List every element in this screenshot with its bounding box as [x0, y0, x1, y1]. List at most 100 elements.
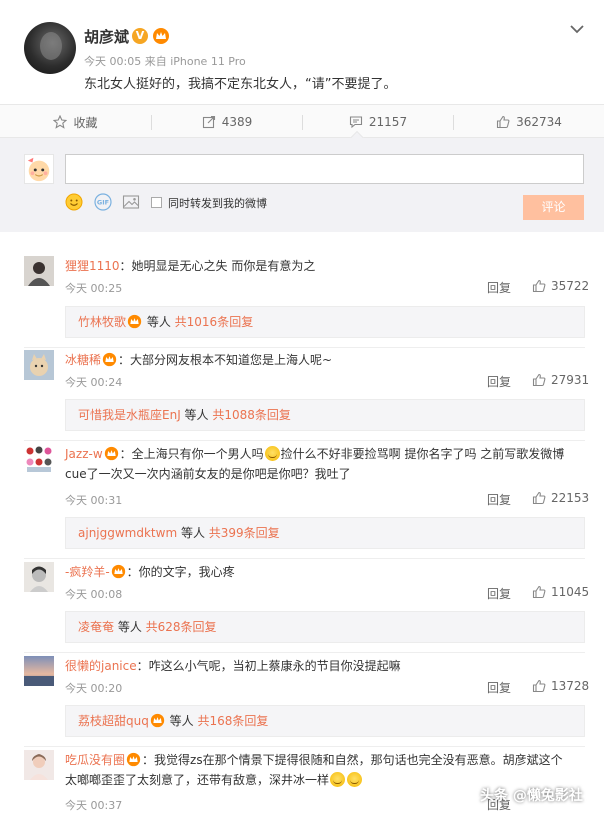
like-button[interactable]: 362734 [454, 105, 604, 139]
commenter-name[interactable]: 狸狸1110 [65, 259, 120, 273]
commenter-avatar[interactable] [24, 750, 54, 780]
comment-like-button[interactable]: 13728 [532, 679, 589, 693]
comment-like-count: 27931 [551, 373, 590, 387]
reply-button[interactable]: 回复 [487, 679, 511, 696]
commenter-name[interactable]: Jazz-w [65, 447, 103, 461]
verified-icon: V [132, 28, 148, 44]
weibo-card: 胡彦斌 V 今天 00:05 来自 iPhone 11 Pro 东北女人挺好的，… [0, 0, 604, 818]
more-replies-link[interactable]: 共1088条回复 [212, 408, 291, 422]
comment-body: 很懒的janice：咋这么小气呢，当初上蔡康永的节目你没提起嘛 [65, 656, 585, 676]
comment-body: 冰糖稀 ：大部分网友根本不知道您是上海人呢~ [65, 350, 585, 370]
post: 胡彦斌 V 今天 00:05 来自 iPhone 11 Pro 东北女人挺好的，… [0, 0, 604, 104]
thumbs-up-icon [532, 279, 546, 293]
vip-crown-icon [102, 352, 117, 367]
reply-button[interactable]: 回复 [487, 373, 511, 390]
repost-icon [202, 115, 215, 129]
reply-summary[interactable]: 凌奄奄 等人 共628条回复 [65, 611, 585, 643]
author-avatar[interactable] [24, 22, 76, 74]
reply-mid: 等人 [177, 526, 209, 540]
commenter-name[interactable]: 冰糖稀 [65, 353, 101, 367]
comment-count: 21157 [368, 115, 408, 129]
reply-summary[interactable]: 竹林牧歌 等人 共1016条回复 [65, 306, 585, 338]
gif-icon[interactable]: GIF [94, 193, 112, 211]
comment-input[interactable] [65, 154, 584, 184]
reply-user[interactable]: 可惜我是水瓶座EnJ [78, 408, 181, 422]
thumbs-up-icon [532, 585, 546, 599]
comment-time: 今天 00:25 [65, 282, 123, 295]
comment-like-button[interactable]: 35722 [532, 279, 589, 293]
comment-text: 太啷啷歪歪了太刻意了，还带有敌意，深井冰一样 [65, 773, 330, 787]
reply-mid: 等人 [180, 408, 213, 422]
comment-like-count: 11045 [551, 585, 590, 599]
commenter-avatar[interactable] [24, 656, 54, 686]
emoji-icon[interactable] [65, 193, 83, 211]
more-replies-link[interactable]: 共628条回复 [146, 620, 217, 634]
repost-button[interactable]: 4389 [152, 105, 302, 139]
comment-time: 今天 00:20 [65, 682, 123, 695]
reply-user[interactable]: 凌奄奄 [78, 620, 114, 634]
comment-like-count: 22153 [551, 491, 590, 505]
comment-time: 今天 00:24 [65, 376, 123, 389]
laughing-emoji-icon [330, 772, 346, 787]
author-name[interactable]: 胡彦斌 [84, 26, 129, 47]
more-replies-link[interactable]: 共168条回复 [197, 714, 268, 728]
commenter-name[interactable]: -疯羚羊- [65, 565, 110, 579]
chevron-down-icon[interactable] [568, 20, 586, 38]
comment-body: 狸狸1110：她明显是无心之失 而你是有意为之 [65, 256, 585, 276]
thumbs-up-icon [497, 115, 510, 129]
comment-composer: GIF 同时转发到我的微博 评论 [0, 138, 604, 232]
commenter-avatar[interactable] [24, 350, 54, 380]
comment-like-button[interactable]: 27931 [532, 373, 589, 387]
favorite-label: 收藏 [73, 115, 98, 130]
comment-like-button[interactable]: 22153 [532, 491, 589, 505]
reply-summary[interactable]: ajnjggwmdktwm 等人 共399条回复 [65, 517, 585, 549]
reply-user[interactable]: 竹林牧歌 [78, 315, 126, 329]
comment-time: 今天 00:31 [65, 494, 123, 507]
reply-summary[interactable]: 可惜我是水瓶座EnJ 等人 共1088条回复 [65, 399, 585, 431]
divider [24, 746, 585, 747]
more-replies-link[interactable]: 共1016条回复 [175, 315, 254, 329]
reply-button[interactable]: 回复 [487, 491, 511, 508]
thumbs-up-icon [532, 373, 546, 387]
laughing-emoji-icon [347, 772, 363, 787]
vip-crown-icon [104, 446, 118, 461]
thumbs-up-icon [532, 679, 546, 693]
reply-button[interactable]: 回复 [487, 585, 511, 602]
vip-crown-icon [126, 752, 141, 767]
vip-crown-icon [111, 564, 125, 579]
action-bar: 收藏 4389 21157 362734 [0, 104, 604, 138]
reply-button[interactable]: 回复 [487, 279, 511, 296]
comment-text: ：大部分网友根本不知道您是上海人呢~ [118, 353, 333, 367]
comment-body: Jazz-w ：全上海只有你一个男人吗 捡什么不好非要捡骂啊 提你名字了吗 之前写歌… [65, 444, 585, 484]
repost-count: 4389 [221, 115, 253, 129]
comment-text: cue了一次又一次内涵前女友的是你吧是你吧？我吐了 [65, 467, 351, 481]
comment-text: ：你的文字，我心疼 [126, 565, 235, 579]
favorite-button[interactable]: 收藏 [0, 105, 151, 139]
comment-text: ：我觉得zs在那个情景下提得很随和自然，那句话也完全没有恶意。胡彦斌这个 [142, 753, 563, 767]
commenter-avatar[interactable] [24, 444, 54, 474]
vip-crown-icon[interactable] [152, 27, 170, 45]
reply-summary[interactable]: 荔枝超甜quq 等人 共168条回复 [65, 705, 585, 737]
commenter-avatar[interactable] [24, 562, 54, 592]
divider [24, 558, 585, 559]
comment-button[interactable]: 21157 [303, 105, 453, 139]
comment-time: 今天 00:08 [65, 588, 123, 601]
reply-user[interactable]: 荔枝超甜quq [78, 714, 149, 728]
commenter-avatar[interactable] [24, 256, 54, 286]
post-text: 东北女人挺好的，我搞不定东北女人，“请”不要提了。 [84, 77, 397, 92]
image-icon[interactable] [122, 193, 140, 211]
forward-checkbox[interactable] [151, 197, 162, 208]
submit-comment-button[interactable]: 评论 [523, 195, 584, 220]
comment-time: 今天 00:37 [65, 799, 123, 812]
more-replies-link[interactable]: 共399条回复 [209, 526, 280, 540]
comment-body: -疯羚羊- ：你的文字，我心疼 [65, 562, 585, 582]
vip-crown-icon [150, 713, 165, 728]
reply-user[interactable]: ajnjggwmdktwm [78, 526, 177, 540]
comment-text: ：全上海只有你一个男人吗 [119, 447, 264, 461]
commenter-name[interactable]: 很懒的janice [65, 659, 137, 673]
comment-like-button[interactable]: 11045 [532, 585, 589, 599]
commenter-name[interactable]: 吃瓜没有圈 [65, 753, 125, 767]
star-icon [53, 115, 68, 129]
emoji-icon [264, 446, 280, 461]
post-meta: 今天 00:05 来自 iPhone 11 Pro [84, 55, 246, 68]
